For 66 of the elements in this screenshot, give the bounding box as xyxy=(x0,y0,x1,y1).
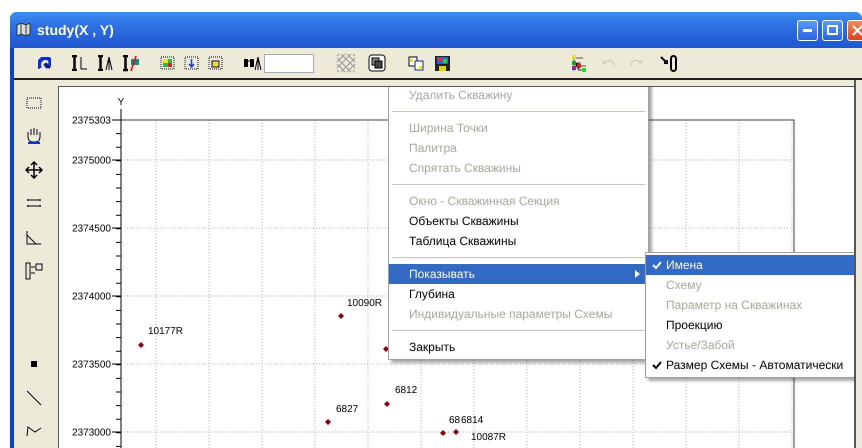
menu-item[interactable]: Проекцию xyxy=(646,315,854,335)
polyline-icon xyxy=(26,426,42,437)
toolbar-button[interactable] xyxy=(660,52,677,74)
copy-icon xyxy=(408,56,424,70)
save-icon xyxy=(434,54,452,72)
tick-label: 2374000 xyxy=(72,292,111,302)
pin-icon xyxy=(660,54,677,72)
angle-icon xyxy=(26,230,42,245)
select-icon xyxy=(26,96,42,109)
menu-item[interactable]: Показывать xyxy=(389,264,648,284)
redo-icon xyxy=(630,59,644,67)
hand-icon xyxy=(27,127,41,146)
menu-item[interactable]: Таблица Скважины xyxy=(389,231,648,251)
close-icon xyxy=(852,24,862,36)
window-title: study(X , Y) xyxy=(37,20,114,40)
well-label: 10087R xyxy=(471,432,506,443)
undo-icon xyxy=(601,59,616,67)
menu-item[interactable]: Объекты Скважины xyxy=(389,211,648,231)
minimize-button[interactable] xyxy=(797,20,818,40)
layers-icon xyxy=(368,54,386,72)
insert-icon xyxy=(25,262,43,280)
binoculars-icon xyxy=(243,56,262,70)
menu-item[interactable]: Размер Схемы - Автоматически xyxy=(646,355,854,375)
toolbar-button[interactable] xyxy=(71,52,88,74)
toolbar-button[interactable] xyxy=(368,52,386,74)
tick-label: 2375303 xyxy=(72,116,111,126)
toolbar-button[interactable] xyxy=(571,52,588,74)
menu-item[interactable]: Имена xyxy=(646,255,854,275)
well-marker xyxy=(384,401,390,407)
search-field[interactable] xyxy=(264,54,314,72)
well-label: 6827 xyxy=(336,404,358,415)
submenu-arrow-icon xyxy=(635,270,640,278)
tree-icon xyxy=(571,54,588,72)
point-icon xyxy=(30,360,38,368)
well-label: 10177R xyxy=(148,326,184,337)
toolbar-button[interactable] xyxy=(97,52,114,74)
ruler-icon xyxy=(26,198,42,208)
toolbar-button[interactable] xyxy=(122,52,140,74)
maximize-icon xyxy=(827,25,838,35)
tick-label: 2373500 xyxy=(72,360,111,370)
tick-label: 2373000 xyxy=(72,428,111,438)
tick-label: 2374500 xyxy=(72,224,111,234)
well-marker xyxy=(453,429,459,435)
well-marker xyxy=(383,346,389,352)
picture-frame-icon xyxy=(160,56,176,70)
well-label: 6814 xyxy=(461,415,484,426)
tick-label: 2375000 xyxy=(72,156,111,166)
line-icon xyxy=(26,390,42,406)
well-marker xyxy=(138,342,144,348)
well-label: 6812 xyxy=(395,385,418,396)
swirl-icon xyxy=(38,56,52,70)
axis-label: Y xyxy=(118,97,124,108)
hatch-icon xyxy=(336,53,356,73)
well-label: 68 xyxy=(449,415,460,426)
menu-item[interactable]: Закрыть xyxy=(389,337,648,357)
frame-cube-icon xyxy=(208,56,224,70)
close-button[interactable] xyxy=(847,20,862,40)
map-icon xyxy=(16,23,31,36)
maximize-button[interactable] xyxy=(822,20,843,40)
well-label: 10090R xyxy=(347,298,382,309)
well-marker xyxy=(440,430,446,436)
move-icon xyxy=(25,160,43,179)
menu-item[interactable]: Глубина xyxy=(389,284,648,304)
well-marker xyxy=(325,419,331,425)
minimize-icon xyxy=(803,28,812,32)
well-marker xyxy=(338,313,344,319)
